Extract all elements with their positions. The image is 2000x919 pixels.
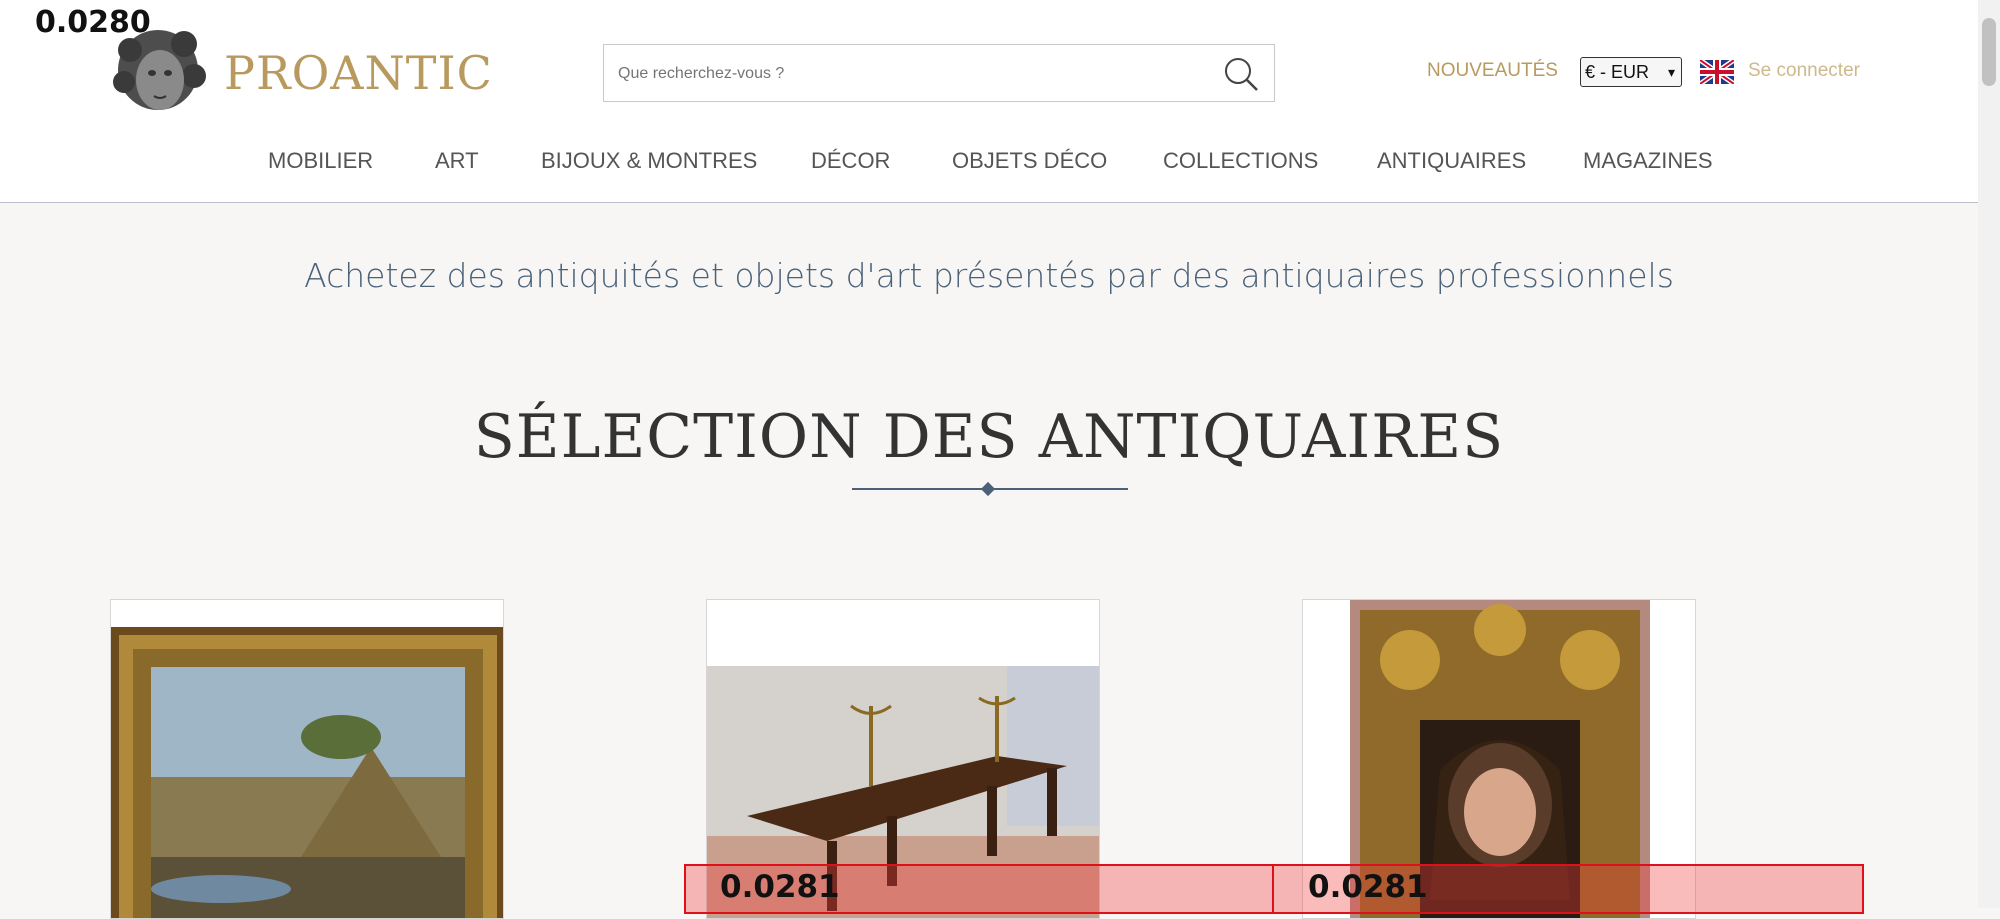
score-label-left: 0.0281: [720, 869, 840, 905]
nav-item-decor[interactable]: DÉCOR: [811, 148, 890, 174]
nav-item-collections[interactable]: COLLECTIONS: [1163, 148, 1318, 174]
landscape-painting-image: [111, 627, 503, 918]
score-label-top: 0.0280: [35, 5, 151, 40]
brand-logo-text[interactable]: PROANTIC: [224, 44, 493, 102]
nav-item-art[interactable]: ART: [435, 148, 479, 174]
currency-select[interactable]: € - EUR ▾: [1580, 57, 1682, 87]
chevron-down-icon: ▾: [1667, 64, 1675, 80]
nav-item-mobilier[interactable]: MOBILIER: [268, 148, 373, 174]
section-title: SÉLECTION DES ANTIQUAIRES: [473, 402, 1505, 472]
nav-item-bijoux-montres[interactable]: BIJOUX & MONTRES: [541, 148, 757, 174]
tagline: Achetez des antiquités et objets d'art p…: [304, 256, 1674, 295]
search-input[interactable]: [616, 57, 1180, 91]
currency-value: € - EUR: [1585, 62, 1650, 82]
highlight-box: 0.0281 0.0281: [684, 864, 1864, 914]
nav-item-antiquaires[interactable]: ANTIQUAIRES: [1377, 148, 1526, 174]
highlight-separator: [1272, 866, 1274, 914]
nav-item-magazines[interactable]: MAGAZINES: [1583, 148, 1713, 174]
main-nav: MOBILIER ART BIJOUX & MONTRES DÉCOR OBJE…: [0, 148, 1978, 178]
search-icon[interactable]: [1222, 55, 1260, 93]
product-card-painting[interactable]: [110, 599, 504, 919]
scrollbar-thumb[interactable]: [1982, 18, 1996, 86]
search-bar: [603, 44, 1275, 102]
nouveautes-link[interactable]: NOUVEAUTÉS: [1427, 60, 1558, 82]
vertical-scrollbar[interactable]: [1978, 0, 2000, 908]
score-label-right: 0.0281: [1308, 869, 1428, 905]
divider-diamond: [980, 481, 996, 497]
uk-flag-icon[interactable]: [1698, 57, 1736, 87]
login-link[interactable]: Se connecter: [1748, 60, 1860, 82]
site-header: PROANTIC NOUVEAUTÉS € - EUR ▾ Se connect…: [0, 0, 1978, 203]
nav-item-objets-deco[interactable]: OBJETS DÉCO: [952, 148, 1107, 174]
